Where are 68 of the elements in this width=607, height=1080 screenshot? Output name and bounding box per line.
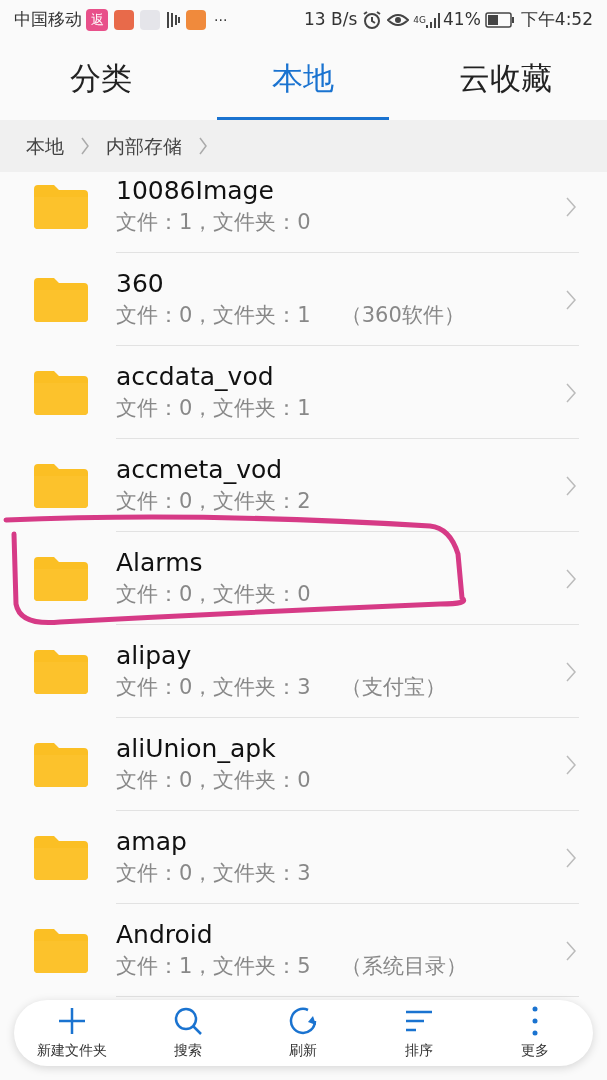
chevron-icon — [80, 136, 90, 156]
chevron-icon — [198, 136, 208, 156]
network-type: 4G — [413, 15, 426, 25]
chevron-icon — [565, 753, 577, 776]
more-icon — [532, 1005, 539, 1036]
chevron-icon — [565, 381, 577, 404]
folder-name: aliUnion_apk — [116, 733, 276, 765]
folder-name: Alarms — [116, 547, 203, 579]
signal-icon — [426, 11, 440, 29]
toolbar-button[interactable]: 刷新 — [253, 1005, 354, 1061]
signal-waves-icon — [166, 10, 180, 30]
refresh-icon — [288, 1005, 319, 1036]
folder-info: 文件：0，文件夹：0 — [116, 767, 311, 794]
folder-info: 文件：0，文件夹：1 — [116, 395, 311, 422]
toolbar-button[interactable]: 搜索 — [137, 1005, 238, 1061]
folder-icon — [34, 370, 88, 415]
folder-info: 文件：0，文件夹：3 — [116, 674, 311, 701]
toolbar-button[interactable]: 排序 — [369, 1005, 470, 1061]
folder-info: 文件：0，文件夹：0 — [116, 581, 311, 608]
network-speed: 13 B/s — [304, 8, 358, 32]
search-icon — [172, 1005, 203, 1036]
toolbar-button[interactable]: 新建文件夹 — [21, 1005, 122, 1061]
folder-note: （系统目录） — [340, 953, 467, 980]
chevron-icon — [565, 939, 577, 962]
folder-name: Android — [116, 919, 213, 951]
folder-note: （支付宝） — [340, 674, 446, 701]
folder-name: accmeta_vod — [116, 454, 283, 486]
folder-info: 文件：0，文件夹：1 — [116, 302, 311, 329]
toolbar-button[interactable]: 更多 — [485, 1005, 586, 1061]
folder-name: accdata_vod — [116, 361, 274, 393]
folder-icon — [34, 556, 88, 601]
more-notifications: ··· — [214, 10, 228, 30]
chevron-icon — [565, 195, 577, 218]
folder-info: 文件：0，文件夹：2 — [116, 488, 311, 515]
folder-name: 360 — [116, 268, 164, 300]
app-icon — [186, 10, 206, 30]
chevron-icon — [565, 288, 577, 311]
breadcrumb-item[interactable]: 本地 — [26, 131, 64, 161]
chevron-icon — [565, 474, 577, 497]
folder-info: 文件：0，文件夹：3 — [116, 860, 311, 887]
app-icon — [114, 10, 134, 30]
tab[interactable]: 云收藏 — [419, 40, 592, 120]
tab[interactable]: 分类 — [15, 40, 188, 120]
folder-icon — [34, 742, 88, 787]
notification-icon: 返 — [86, 9, 108, 31]
carrier-label: 中国移动 — [14, 8, 82, 32]
folder-info: 文件：1，文件夹：5 — [116, 953, 311, 980]
folder-icon — [34, 277, 88, 322]
clock: 下午4:52 — [520, 8, 593, 32]
folder-icon — [34, 928, 88, 973]
breadcrumb-item[interactable]: 内部存储 — [106, 131, 182, 161]
plus-icon — [56, 1005, 87, 1036]
folder-note: （360软件） — [340, 302, 465, 329]
folder-info: 文件：1，文件夹：0 — [116, 209, 311, 236]
battery-percent: 41% — [443, 8, 481, 32]
folder-name: amap — [116, 826, 187, 858]
folder-icon — [34, 649, 88, 694]
chevron-icon — [565, 660, 577, 683]
battery-icon — [484, 12, 515, 28]
folder-name: alipay — [116, 640, 192, 672]
folder-icon — [34, 184, 88, 229]
folder-icon — [34, 835, 88, 880]
chevron-icon — [565, 567, 577, 590]
folder-name: 10086Image — [116, 175, 274, 207]
chevron-icon — [565, 846, 577, 869]
eye-icon — [387, 12, 410, 28]
folder-icon — [34, 463, 88, 508]
alarm-icon — [362, 10, 383, 30]
